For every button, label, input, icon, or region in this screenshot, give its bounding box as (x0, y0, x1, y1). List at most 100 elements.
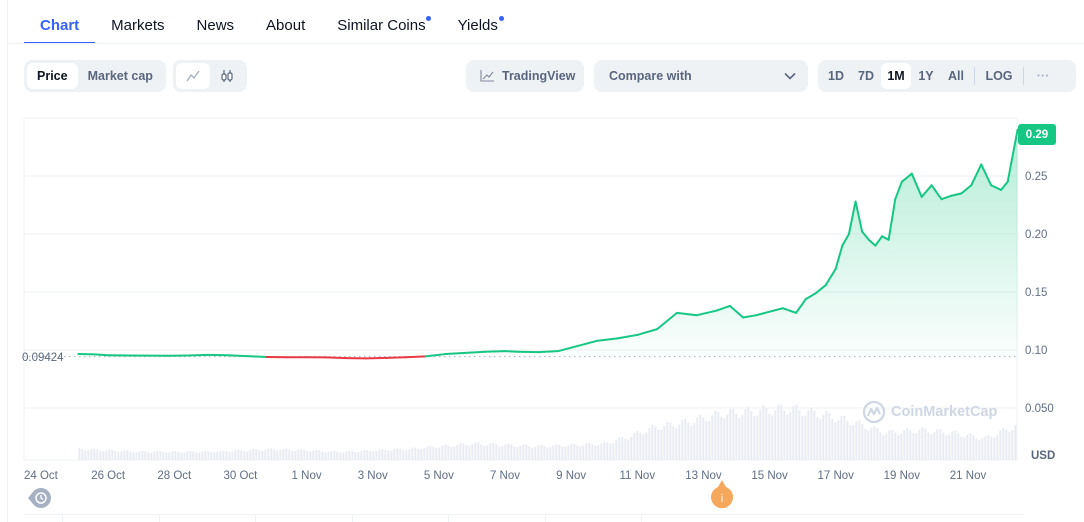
volume-bar (153, 451, 156, 460)
navigator-tick (448, 515, 449, 522)
volume-bar (810, 407, 813, 460)
tab-chart[interactable]: Chart (24, 0, 96, 44)
range-all-button[interactable]: All (941, 63, 971, 89)
coinmarketcap-watermark: CoinMarketCap (862, 400, 997, 424)
x-tick-label: 17 Nov (817, 470, 854, 480)
volume-bar (168, 452, 171, 460)
tab-news[interactable]: News (181, 0, 251, 44)
range-1d-button[interactable]: 1D (821, 63, 851, 89)
volume-bar (879, 432, 882, 460)
volume-bar (270, 448, 273, 460)
start-price-label: 0.09424 (22, 352, 64, 364)
event-marker[interactable]: i (710, 480, 734, 510)
volume-bar (819, 418, 822, 460)
volume-bar (975, 438, 978, 460)
volume-bar (195, 452, 198, 460)
volume-bar (582, 445, 585, 460)
volume-bar (468, 445, 471, 460)
volume-bar (99, 450, 102, 460)
volume-bar (432, 447, 435, 460)
volume-bar (417, 448, 420, 460)
volume-bar (135, 452, 138, 460)
volume-bar (768, 413, 771, 460)
volume-bar (345, 451, 348, 460)
timeline-navigator[interactable] (24, 514, 1024, 522)
volume-bar (822, 415, 825, 460)
tab-markets[interactable]: Markets (95, 0, 180, 44)
volume-bar (831, 418, 834, 460)
tab-label: Yields (457, 17, 498, 34)
volume-bar (966, 434, 969, 460)
volume-bar (546, 447, 549, 460)
volume-bar (480, 444, 483, 460)
volume-bar (144, 451, 147, 460)
data-type-toggle: Price Market cap (24, 60, 166, 92)
coinmarketcap-logo-icon (862, 400, 886, 424)
volume-bar (954, 430, 957, 460)
volume-bar (537, 445, 540, 460)
price-toggle-button[interactable]: Price (27, 63, 78, 89)
volume-bar (702, 417, 705, 460)
market-cap-toggle-button[interactable]: Market cap (78, 63, 163, 89)
navigator-tick (158, 515, 160, 522)
price-line-segment (226, 354, 249, 358)
range-1m-button[interactable]: 1M (881, 63, 911, 89)
volume-bar (978, 439, 981, 460)
volume-bar (234, 450, 237, 460)
log-scale-button[interactable]: LOG (978, 63, 1020, 89)
volume-bar (534, 447, 537, 460)
line-chart-button[interactable] (176, 63, 210, 89)
volume-bar (384, 450, 387, 460)
volume-bar (885, 433, 888, 460)
tradingview-chart-icon (480, 70, 494, 82)
volume-bar (777, 404, 780, 460)
range-7d-button[interactable]: 7D (851, 63, 881, 89)
volume-bar (669, 422, 672, 460)
volume-bar (162, 452, 165, 460)
volume-bar (555, 444, 558, 460)
volume-bar (786, 414, 789, 460)
history-marker[interactable] (27, 487, 53, 509)
candlestick-button[interactable] (210, 63, 244, 89)
tab-about[interactable]: About (250, 0, 321, 44)
volume-bar (129, 451, 132, 460)
volume-bar (282, 448, 285, 460)
tab-yields[interactable]: Yields (442, 0, 514, 44)
more-options-button[interactable]: ··· (1027, 63, 1059, 89)
volume-bar (699, 414, 702, 460)
volume-bar (957, 433, 960, 460)
range-divider (974, 67, 975, 85)
volume-bar (876, 427, 879, 460)
volume-bar (474, 442, 477, 460)
volume-bar (147, 452, 150, 460)
volume-bar (960, 436, 963, 460)
volume-bar (228, 452, 231, 460)
volume-bar (558, 444, 561, 460)
volume-bar (603, 442, 606, 460)
volume-bar (636, 431, 639, 460)
volume-bar (312, 450, 315, 460)
volume-bar (525, 444, 528, 460)
range-1y-button[interactable]: 1Y (911, 63, 941, 89)
volume-bar (285, 448, 288, 460)
volume-bar (981, 438, 984, 460)
volume-bar (972, 435, 975, 460)
volume-bar (852, 425, 855, 460)
volume-bar (444, 444, 447, 460)
volume-bar (495, 444, 498, 460)
volume-bar (750, 410, 753, 460)
volume-bar (651, 424, 654, 460)
volume-bar (102, 451, 105, 460)
volume-bar (663, 425, 666, 460)
volume-bar (618, 437, 621, 460)
price-line-segment (384, 356, 407, 359)
volume-bar (192, 451, 195, 460)
tradingview-button[interactable]: TradingView (466, 60, 584, 92)
y-tick-label: 0.25 (1025, 171, 1047, 183)
volume-bar (198, 452, 201, 460)
volume-bar (573, 443, 576, 460)
volume-bar (84, 450, 87, 460)
compare-with-select[interactable]: Compare with (594, 60, 808, 92)
x-tick-label: 19 Nov (884, 470, 921, 480)
tab-similar-coins[interactable]: Similar Coins (321, 0, 441, 44)
